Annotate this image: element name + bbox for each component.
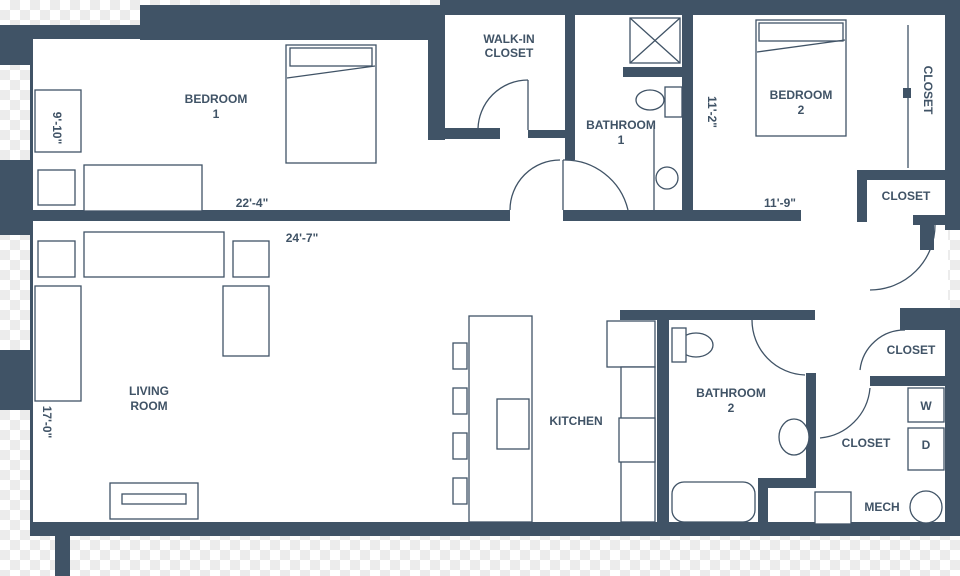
closet-label: CLOSET <box>882 189 931 203</box>
walk-in-closet-label-2: CLOSET <box>485 46 534 60</box>
sink <box>778 418 810 456</box>
bedroom2-depth: 11'-2" <box>705 96 719 128</box>
bathroom1-number: 1 <box>618 133 625 147</box>
sofa <box>34 285 82 402</box>
washer-label: W <box>920 399 932 413</box>
bathroom2-number: 2 <box>728 401 735 415</box>
dryer-label: D <box>922 438 931 452</box>
fridge <box>606 320 656 368</box>
mech-unit <box>909 490 943 524</box>
bathroom2-label: BATHROOM <box>696 386 766 400</box>
living-room-label-1: LIVING <box>129 384 169 398</box>
living-depth: 17'-0" <box>40 406 54 439</box>
closet-label: CLOSET <box>842 436 891 450</box>
bedroom1-number: 1 <box>213 107 220 121</box>
bedroom2-number: 2 <box>798 103 805 117</box>
toilet <box>635 89 665 111</box>
closet-label: CLOSET <box>887 343 936 357</box>
bedroom1-depth: 9'-10" <box>50 112 64 145</box>
mech-label: MECH <box>864 500 899 514</box>
bedroom2-closet-label: CLOSET <box>921 66 935 115</box>
armchair <box>222 285 270 357</box>
bedroom1-width: 22'-4" <box>236 196 269 210</box>
living-width: 24'-7" <box>286 231 319 245</box>
living-room-label-2: ROOM <box>130 399 167 413</box>
sofa <box>83 164 203 212</box>
sink <box>496 398 530 450</box>
floor-plan: BEDROOM 1 WALK-IN CLOSET BATHROOM 1 BEDR… <box>0 0 960 576</box>
bathroom1-label: BATHROOM <box>586 118 656 132</box>
sofa <box>83 231 225 278</box>
bedroom2-width: 11'-9" <box>764 196 796 210</box>
stove <box>618 417 656 463</box>
bedroom1-label: BEDROOM <box>185 92 248 106</box>
kitchen-label: KITCHEN <box>549 414 602 428</box>
sink <box>655 166 679 190</box>
bedroom2-label: BEDROOM <box>770 88 833 102</box>
walk-in-closet-label-1: WALK-IN <box>483 32 534 46</box>
water-heater-box <box>814 491 852 525</box>
bathtub <box>671 481 756 523</box>
